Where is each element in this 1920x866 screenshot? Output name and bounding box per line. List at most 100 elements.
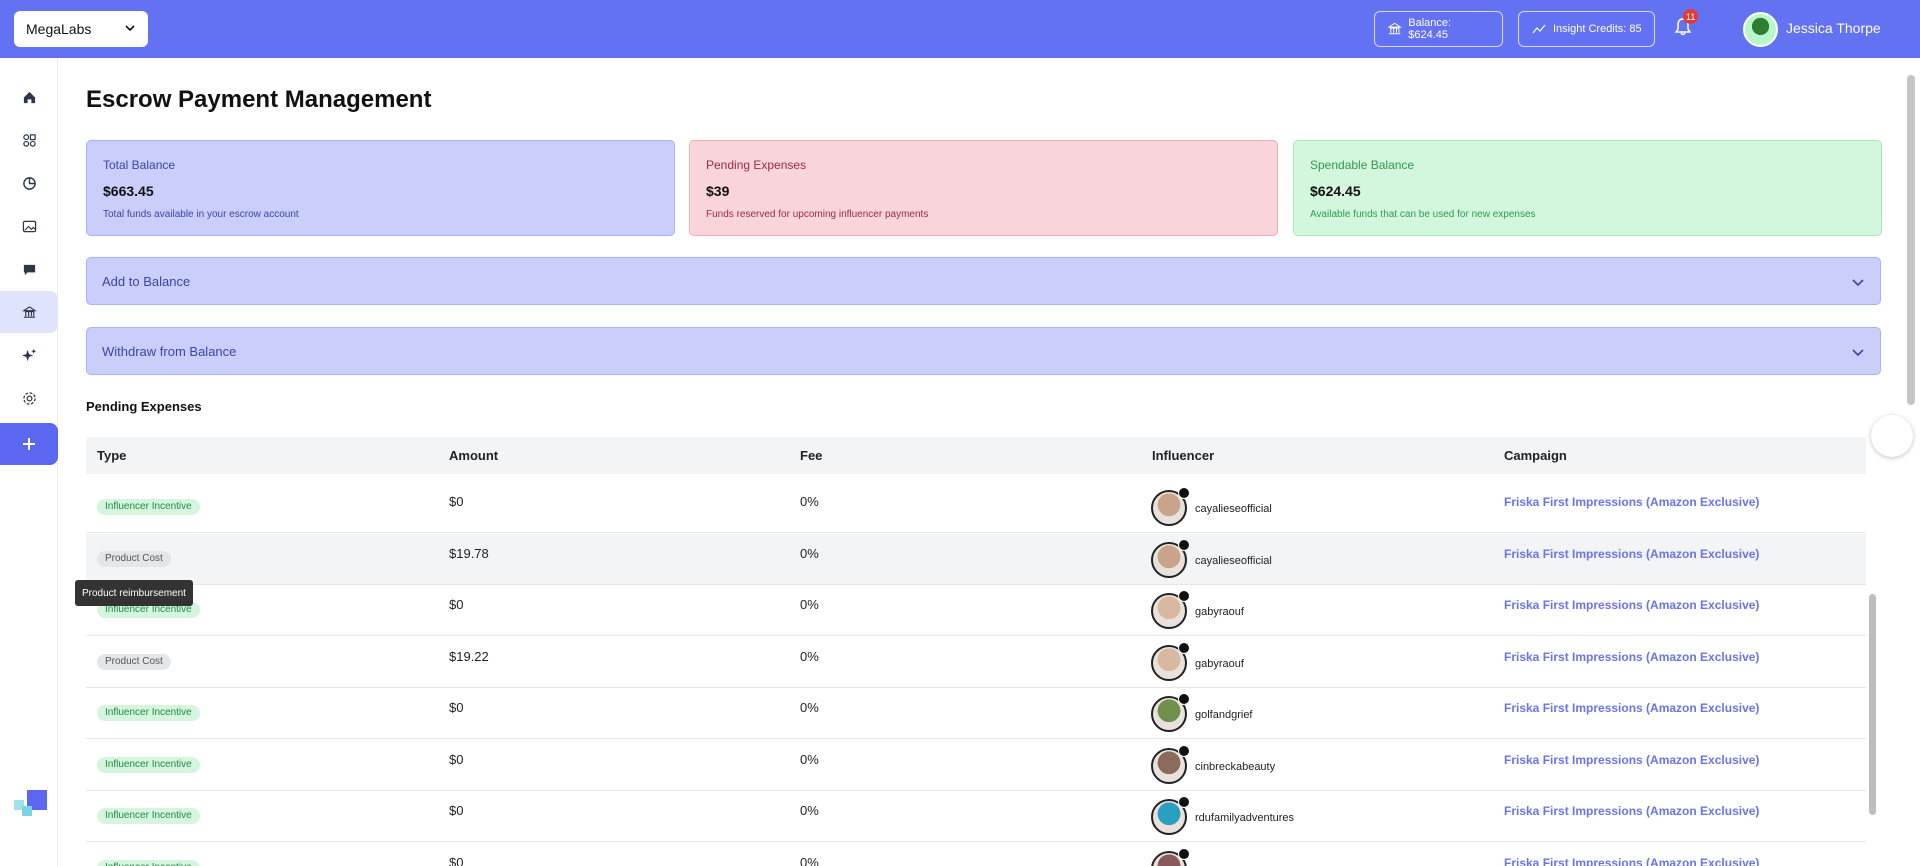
sidebar-item-media[interactable] <box>0 205 58 247</box>
column-header-campaign: Campaign <box>1504 448 1567 463</box>
add-to-balance-accordion[interactable]: Add to Balance <box>86 257 1881 305</box>
add-button[interactable] <box>0 423 58 465</box>
tiktok-icon <box>1178 744 1190 757</box>
chat-icon <box>23 264 35 275</box>
spendable-balance-label: Spendable Balance <box>1310 158 1415 172</box>
expense-type-badge: Product Cost <box>97 653 171 670</box>
spendable-balance-value: $624.45 <box>1310 183 1361 199</box>
influencer-avatar[interactable] <box>1151 744 1190 784</box>
withdraw-from-balance-accordion[interactable]: Withdraw from Balance <box>86 327 1881 375</box>
influencer-name[interactable]: gabyraouf <box>1195 606 1244 618</box>
influencer-name[interactable]: cayalieseofficial <box>1195 555 1272 567</box>
page-title: Escrow Payment Management <box>86 86 432 113</box>
avatar[interactable] <box>1743 12 1778 47</box>
table-row[interactable]: Influencer Incentive $0 0% cinbreckabeauty F… <box>86 740 1866 791</box>
table-header: Type Amount Fee Influencer Campaign <box>86 437 1866 474</box>
influencer-avatar[interactable] <box>1151 538 1190 578</box>
amount-cell: $0 <box>449 751 464 767</box>
tiktok-icon <box>1178 487 1190 499</box>
influencer-avatar[interactable] <box>1151 796 1190 835</box>
fee-cell: 0% <box>800 648 819 664</box>
fee-cell: 0% <box>800 597 819 612</box>
sidebar-item-widgets[interactable] <box>0 119 58 161</box>
influencer-name[interactable]: rdufamilyadventures <box>1195 812 1294 824</box>
influencer-avatar[interactable] <box>1151 693 1190 732</box>
organization-name: MegaLabs <box>26 21 92 37</box>
column-header-amount: Amount <box>449 448 499 463</box>
chevron-down-icon <box>1852 279 1864 287</box>
sidebar <box>0 58 58 866</box>
amount-cell: $19.78 <box>449 545 489 561</box>
help-chat-button[interactable] <box>1871 415 1913 457</box>
bank-icon <box>21 305 37 318</box>
spendable-balance-desc: Available funds that can be used for new… <box>1310 209 1536 220</box>
pending-expenses-title: Pending Expenses <box>86 399 202 414</box>
fee-cell: 0% <box>800 803 819 818</box>
media-icon <box>22 220 36 232</box>
insight-credits-button[interactable]: Insight Credits: 85 <box>1518 11 1655 47</box>
campaign-link[interactable]: Friska First Impressions (Amazon Exclusi… <box>1504 650 1759 664</box>
influencer-name[interactable]: gabyraouf <box>1195 658 1244 670</box>
table-row[interactable]: Influencer Incentive $0 0% rdufamilyadventu… <box>86 791 1866 842</box>
influencer-name[interactable]: golfandgrief <box>1195 709 1253 721</box>
chevron-down-icon <box>1852 349 1864 357</box>
analytics-icon <box>22 176 36 190</box>
campaign-link[interactable]: Friska First Impressions (Amazon Exclusi… <box>1504 547 1759 561</box>
sidebar-item-analytics[interactable] <box>0 162 58 204</box>
tiktok-icon <box>1178 796 1190 808</box>
balance-button[interactable]: Balance: $624.45 <box>1374 11 1503 47</box>
influencer-avatar[interactable] <box>1151 641 1190 681</box>
influencer-avatar[interactable] <box>1151 590 1190 629</box>
sidebar-item-settings[interactable] <box>0 377 58 419</box>
fee-cell: 0% <box>800 751 819 767</box>
sidebar-item-home[interactable] <box>0 76 58 118</box>
influencer-avatar[interactable] <box>1151 487 1190 526</box>
tiktok-icon <box>1178 641 1190 654</box>
campaign-link[interactable]: Friska First Impressions (Amazon Exclusi… <box>1504 856 1759 866</box>
campaign-link[interactable]: Friska First Impressions (Amazon Exclusi… <box>1504 495 1759 509</box>
total-balance-value: $663.45 <box>103 183 154 199</box>
tiktok-icon <box>1178 693 1190 705</box>
amount-cell: $0 <box>449 494 464 509</box>
sidebar-item-escrow[interactable] <box>0 291 58 333</box>
credits-label: Insight Credits: 85 <box>1553 23 1642 35</box>
campaign-link[interactable]: Friska First Impressions (Amazon Exclusi… <box>1504 598 1759 612</box>
organization-select[interactable]: MegaLabs <box>14 11 148 47</box>
fee-cell: 0% <box>800 700 819 715</box>
table-row[interactable]: Influencer Incentive $0 0% cayalieseofficia… <box>86 482 1866 533</box>
table-row[interactable]: Influencer Incentive $0 0% gabyraouf Friska … <box>86 585 1866 636</box>
sidebar-item-ai[interactable] <box>0 334 58 376</box>
expense-type-badge: Product Cost <box>97 550 171 567</box>
table-scrollbar[interactable] <box>1869 594 1876 815</box>
table-row[interactable]: Influencer Incentive $0 0% golfandgrief Fris… <box>86 688 1866 739</box>
amount-cell: $19.22 <box>449 648 489 664</box>
gear-icon <box>22 391 36 405</box>
expense-type-badge: Influencer Incentive <box>97 808 200 824</box>
page-scrollbar[interactable] <box>1907 75 1915 405</box>
campaign-link[interactable]: Friska First Impressions (Amazon Exclusi… <box>1504 804 1759 818</box>
total-balance-card: Total Balance $663.45 Total funds availa… <box>86 140 675 236</box>
expense-type-badge: Influencer Incentive <box>97 499 200 515</box>
table-row[interactable]: Product Cost $19.22 0% gabyraouf Friska Firs… <box>86 637 1866 688</box>
influencer-avatar[interactable] <box>1151 847 1190 866</box>
influencer-name[interactable]: cayalieseofficial <box>1195 503 1272 515</box>
influencer-name[interactable]: cinbreckabeauty <box>1195 761 1275 773</box>
pending-expenses-table: Type Amount Fee Influencer Campaign Infl… <box>86 437 1866 866</box>
user-name[interactable]: Jessica Thorpe <box>1786 20 1881 36</box>
pending-expenses-desc: Funds reserved for upcoming influencer p… <box>706 209 929 220</box>
widgets-icon <box>22 133 36 147</box>
campaign-link[interactable]: Friska First Impressions (Amazon Exclusi… <box>1504 701 1759 715</box>
table-row[interactable]: Influencer Incentive $0 0% Friska First Imp… <box>86 843 1866 866</box>
fee-cell: 0% <box>800 545 819 561</box>
insight-icon <box>1532 24 1546 34</box>
expense-type-badge: Influencer Incentive <box>97 705 200 721</box>
top-bar: MegaLabs Balance: $624.45 Insight Credit… <box>0 0 1920 58</box>
pending-expenses-card: Pending Expenses $39 Funds reserved for … <box>689 140 1278 236</box>
pending-expenses-label: Pending Expenses <box>706 158 807 172</box>
plus-icon <box>23 438 35 450</box>
sidebar-item-chat[interactable] <box>0 248 58 290</box>
spendable-balance-card: Spendable Balance $624.45 Available fund… <box>1293 140 1882 236</box>
table-row[interactable]: Product Cost $19.78 0% cayalieseofficial Fri… <box>86 533 1866 585</box>
campaign-link[interactable]: Friska First Impressions (Amazon Exclusi… <box>1504 753 1759 767</box>
chevron-down-icon <box>125 25 135 32</box>
